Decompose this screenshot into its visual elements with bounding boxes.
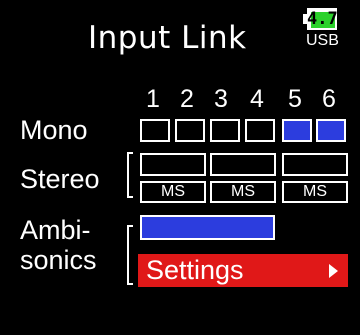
ms-button-3-4[interactable]: MS <box>210 181 276 203</box>
mono-link-ch3[interactable] <box>210 119 240 142</box>
mono-link-ch6[interactable] <box>316 119 346 142</box>
ms-button-1-2[interactable]: MS <box>140 181 206 203</box>
ambisonics-label-line1: Ambi- <box>20 215 91 245</box>
chevron-right-icon <box>329 264 338 278</box>
mono-link-ch2[interactable] <box>175 119 205 142</box>
settings-label: Settings <box>146 255 244 285</box>
input-link-screen: Input Link 4.7 USB 1 2 3 4 5 6 Mono Ster… <box>0 0 360 335</box>
stereo-label: Stereo <box>20 164 100 194</box>
channel-number-6: 6 <box>322 85 336 113</box>
ambisonics-bracket <box>127 225 133 285</box>
ambisonics-settings-button[interactable]: Settings <box>138 254 348 287</box>
channel-number-4: 4 <box>250 85 264 113</box>
battery-icon: 4.7 <box>303 8 338 32</box>
stereo-link-1-2[interactable] <box>140 153 206 176</box>
ms-button-5-6[interactable]: MS <box>282 181 348 203</box>
channel-number-2: 2 <box>180 85 194 113</box>
battery-level: 4.7 <box>307 9 338 29</box>
power-source-label: USB <box>306 32 339 49</box>
ambisonics-link-1-4[interactable] <box>140 215 275 240</box>
stereo-bracket <box>127 152 133 198</box>
channel-number-1: 1 <box>146 85 160 113</box>
stereo-link-3-4[interactable] <box>210 153 276 176</box>
channel-number-3: 3 <box>214 85 228 113</box>
mono-link-ch4[interactable] <box>245 119 275 142</box>
header: Input Link 4.7 USB <box>0 0 360 72</box>
ambisonics-label-line2: sonics <box>20 245 97 275</box>
stereo-link-5-6[interactable] <box>282 153 348 176</box>
mono-label: Mono <box>20 115 88 145</box>
page-title: Input Link <box>88 20 247 56</box>
channel-number-5: 5 <box>288 85 302 113</box>
mono-link-ch1[interactable] <box>140 119 170 142</box>
mono-link-ch5[interactable] <box>282 119 312 142</box>
